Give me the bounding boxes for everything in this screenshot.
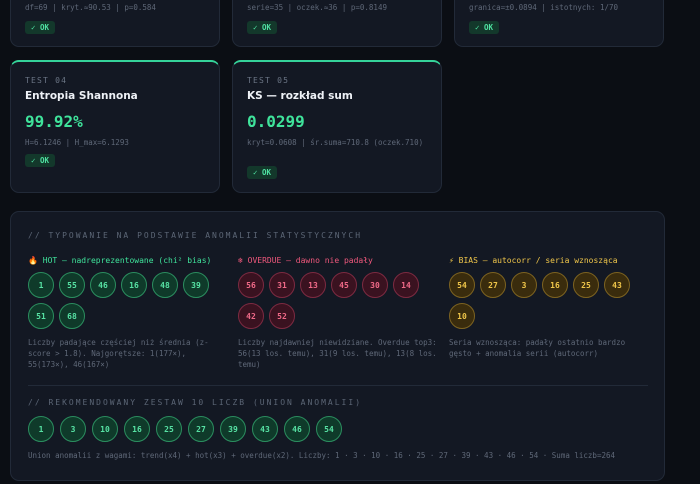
- number-ball: 48: [152, 272, 178, 298]
- overdue-note: Liczby najdawniej niewidziane. Overdue t…: [238, 338, 437, 369]
- test-card-05: TEST 05 KS — rozkład sum 0.0299 kryt=0.0…: [232, 60, 442, 193]
- number-ball: 3: [511, 272, 537, 298]
- number-ball: 3: [60, 416, 86, 442]
- test-value: 0.0299: [247, 112, 305, 131]
- number-ball: 45: [331, 272, 357, 298]
- divider: [28, 385, 648, 386]
- status-badge: ✓ OK: [247, 166, 278, 179]
- number-ball: 46: [284, 416, 310, 442]
- number-ball: 25: [156, 416, 182, 442]
- test-card-01: df=69 | kryt.≈90.53 | p=0.584 ✓ OK: [10, 0, 220, 47]
- test-detail: serie=35 | oczek.≈36 | p=0.8149: [247, 3, 387, 12]
- number-ball: 25: [573, 272, 599, 298]
- overdue-numbers: 56 31 13 45 30 14 42 52: [238, 272, 433, 329]
- bias-group-heading: ⚡ BIAS — autocorr / seria wznosząca: [449, 256, 618, 265]
- number-ball: 10: [449, 303, 475, 329]
- number-ball: 56: [238, 272, 264, 298]
- number-ball: 55: [59, 272, 85, 298]
- number-ball: 54: [449, 272, 475, 298]
- number-ball: 51: [28, 303, 54, 329]
- number-ball: 43: [604, 272, 630, 298]
- number-ball: 52: [269, 303, 295, 329]
- status-badge: ✓ OK: [25, 21, 56, 34]
- number-ball: 16: [124, 416, 150, 442]
- status-badge: ✓ OK: [247, 21, 278, 34]
- number-ball: 27: [480, 272, 506, 298]
- number-ball: 1: [28, 416, 54, 442]
- recommended-note: Union anomalii z wagami: trend(x4) + hot…: [28, 451, 615, 460]
- number-ball: 42: [238, 303, 264, 329]
- number-ball: 30: [362, 272, 388, 298]
- number-ball: 43: [252, 416, 278, 442]
- number-ball: 27: [188, 416, 214, 442]
- test-detail: H=6.1246 | H_max=6.1293: [25, 138, 129, 147]
- number-ball: 39: [183, 272, 209, 298]
- number-ball: 16: [542, 272, 568, 298]
- overdue-group-heading: ❄ OVERDUE — dawno nie padały: [238, 256, 373, 265]
- number-ball: 14: [393, 272, 419, 298]
- hot-note: Liczby padające częściej niż średnia (z-…: [28, 338, 209, 369]
- test-detail: kryt=0.0608 | śr.suma=710.8 (oczek.710): [247, 138, 424, 147]
- test-detail: granica=±0.0894 | istotnych: 1/70: [469, 3, 619, 12]
- hot-numbers: 1 55 46 16 48 39 51 68: [28, 272, 223, 329]
- number-ball: 39: [220, 416, 246, 442]
- test-card-02: serie=35 | oczek.≈36 | p=0.8149 ✓ OK: [232, 0, 442, 47]
- number-ball: 1: [28, 272, 54, 298]
- bias-numbers: 54 27 3 16 25 43 10: [449, 272, 644, 329]
- number-ball: 10: [92, 416, 118, 442]
- test-title: Entropia Shannona: [25, 90, 138, 102]
- number-ball: 13: [300, 272, 326, 298]
- recommended-title: // REKOMENDOWANY ZESTAW 10 LICZB (UNION …: [28, 398, 363, 407]
- test-value: 99.92%: [25, 112, 83, 131]
- number-ball: 31: [269, 272, 295, 298]
- number-ball: 16: [121, 272, 147, 298]
- number-ball: 54: [316, 416, 342, 442]
- test-label: TEST 04: [25, 76, 68, 85]
- status-badge: ✓ OK: [25, 154, 56, 167]
- section-title: // TYPOWANIE NA PODSTAWIE ANOMALII STATY…: [28, 231, 363, 240]
- number-ball: 46: [90, 272, 116, 298]
- test-detail: df=69 | kryt.≈90.53 | p=0.584: [25, 3, 156, 12]
- test-label: TEST 05: [247, 76, 290, 85]
- hot-group-heading: 🔥 HOT — nadreprezentowane (chi² bias): [28, 256, 212, 265]
- test-card-04: TEST 04 Entropia Shannona 99.92% H=6.124…: [10, 60, 220, 193]
- number-ball: 68: [59, 303, 85, 329]
- status-badge: ✓ OK: [469, 21, 500, 34]
- recommended-numbers: 1 3 10 16 25 27 39 43 46 54: [28, 416, 668, 442]
- test-title: KS — rozkład sum: [247, 90, 353, 102]
- bias-note: Seria wznosząca: padały ostatnio bardzo …: [449, 338, 626, 358]
- test-card-03: granica=±0.0894 | istotnych: 1/70 ✓ OK: [454, 0, 664, 47]
